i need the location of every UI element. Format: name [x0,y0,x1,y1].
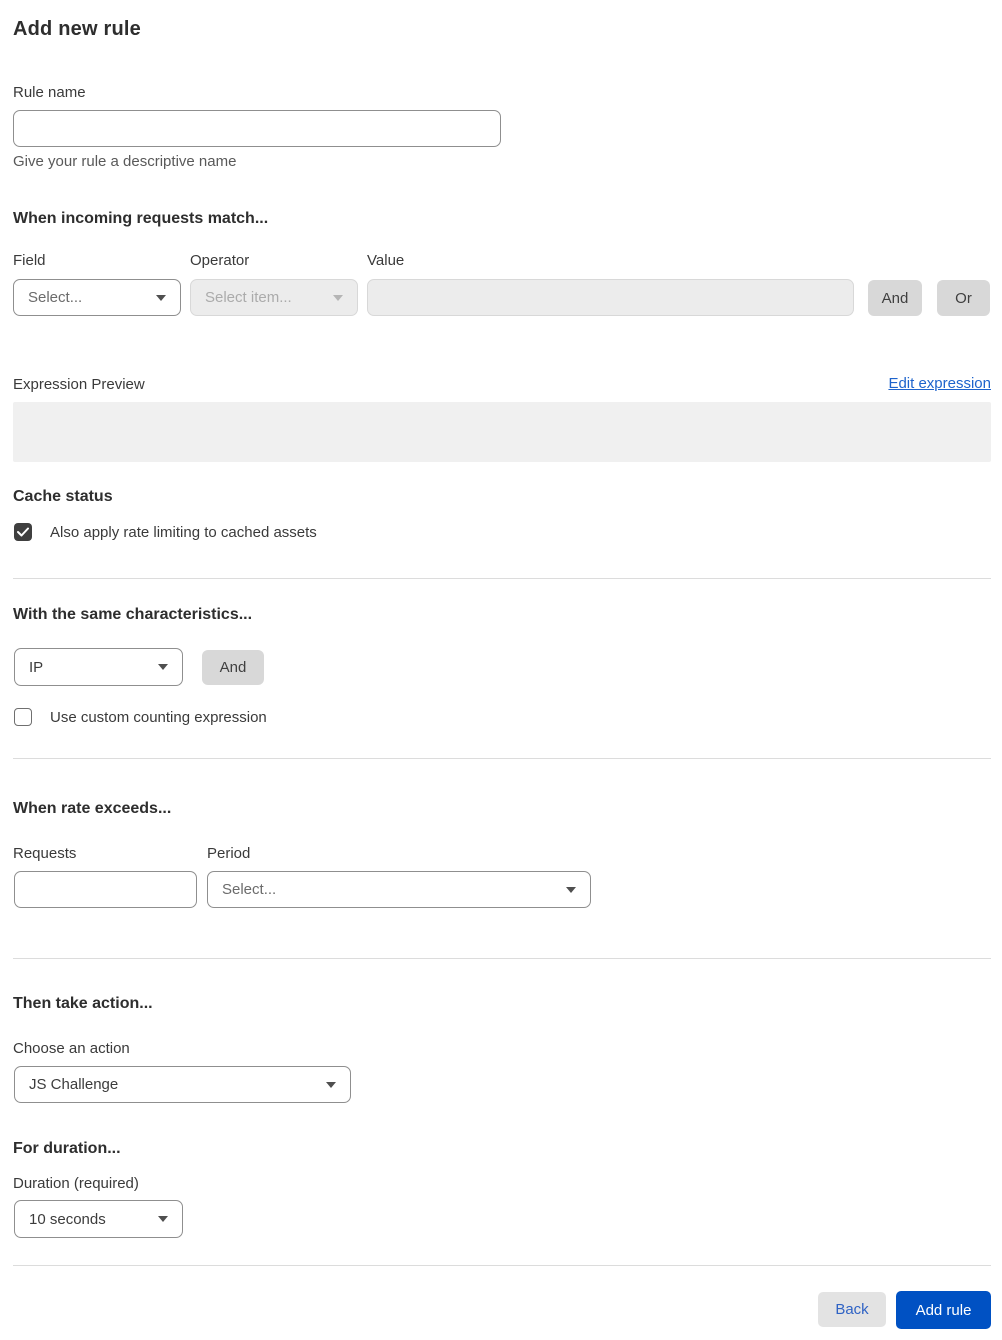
period-select-value: Select... [222,881,277,898]
edit-expression-link[interactable]: Edit expression [888,375,991,392]
characteristics-heading: With the same characteristics... [13,606,253,623]
period-select[interactable]: Select... [207,871,591,908]
action-select[interactable]: JS Challenge [14,1066,351,1103]
operator-select: Select item... [190,279,358,316]
chevron-down-icon [156,294,166,301]
chevron-down-icon [158,1216,168,1222]
expression-preview-box [13,402,991,462]
match-or-button[interactable]: Or [937,280,990,316]
rule-name-input[interactable] [13,110,501,147]
field-select-value: Select... [28,289,83,306]
page-title: Add new rule [13,18,141,40]
expression-preview-label: Expression Preview [13,376,145,393]
period-label: Period [207,845,251,862]
field-label: Field [13,252,46,269]
cache-checkbox[interactable] [14,523,32,541]
requests-label: Requests [13,845,77,862]
back-button[interactable]: Back [818,1292,886,1327]
characteristics-and-button[interactable]: And [202,650,264,685]
chevron-down-icon [566,886,576,893]
section-divider [13,758,991,759]
chevron-down-icon [326,1081,336,1088]
action-select-value: JS Challenge [29,1076,119,1093]
value-input [367,279,854,316]
chevron-down-icon [158,664,168,670]
duration-select[interactable]: 10 seconds [14,1200,183,1238]
cache-status-heading: Cache status [13,488,113,505]
operator-label: Operator [190,252,250,269]
checkmark-icon [17,527,29,537]
custom-counting-checkbox[interactable] [14,708,32,726]
section-divider [13,1265,991,1266]
choose-action-label: Choose an action [13,1040,130,1057]
action-heading: Then take action... [13,995,153,1012]
field-select[interactable]: Select... [13,279,181,316]
rate-heading: When rate exceeds... [13,800,172,817]
duration-label: Duration (required) [13,1175,139,1192]
duration-heading: For duration... [13,1140,121,1157]
cache-checkbox-label: Also apply rate limiting to cached asset… [50,524,317,541]
section-divider [13,958,991,959]
requests-input[interactable] [14,871,197,908]
value-label: Value [367,252,405,269]
chevron-down-icon [333,294,343,301]
custom-counting-label: Use custom counting expression [50,709,267,726]
add-rule-form: Add new rule Rule name Give your rule a … [0,0,1002,1340]
characteristic-select-value: IP [29,658,44,676]
characteristic-select[interactable]: IP [14,648,183,686]
operator-select-value: Select item... [205,289,292,306]
rule-name-label: Rule name [13,84,86,101]
duration-select-value: 10 seconds [29,1210,106,1228]
add-rule-button[interactable]: Add rule [896,1291,991,1329]
rule-name-help: Give your rule a descriptive name [13,153,237,170]
section-divider [13,578,991,579]
match-section-heading: When incoming requests match... [13,210,269,227]
match-and-button[interactable]: And [868,280,922,316]
